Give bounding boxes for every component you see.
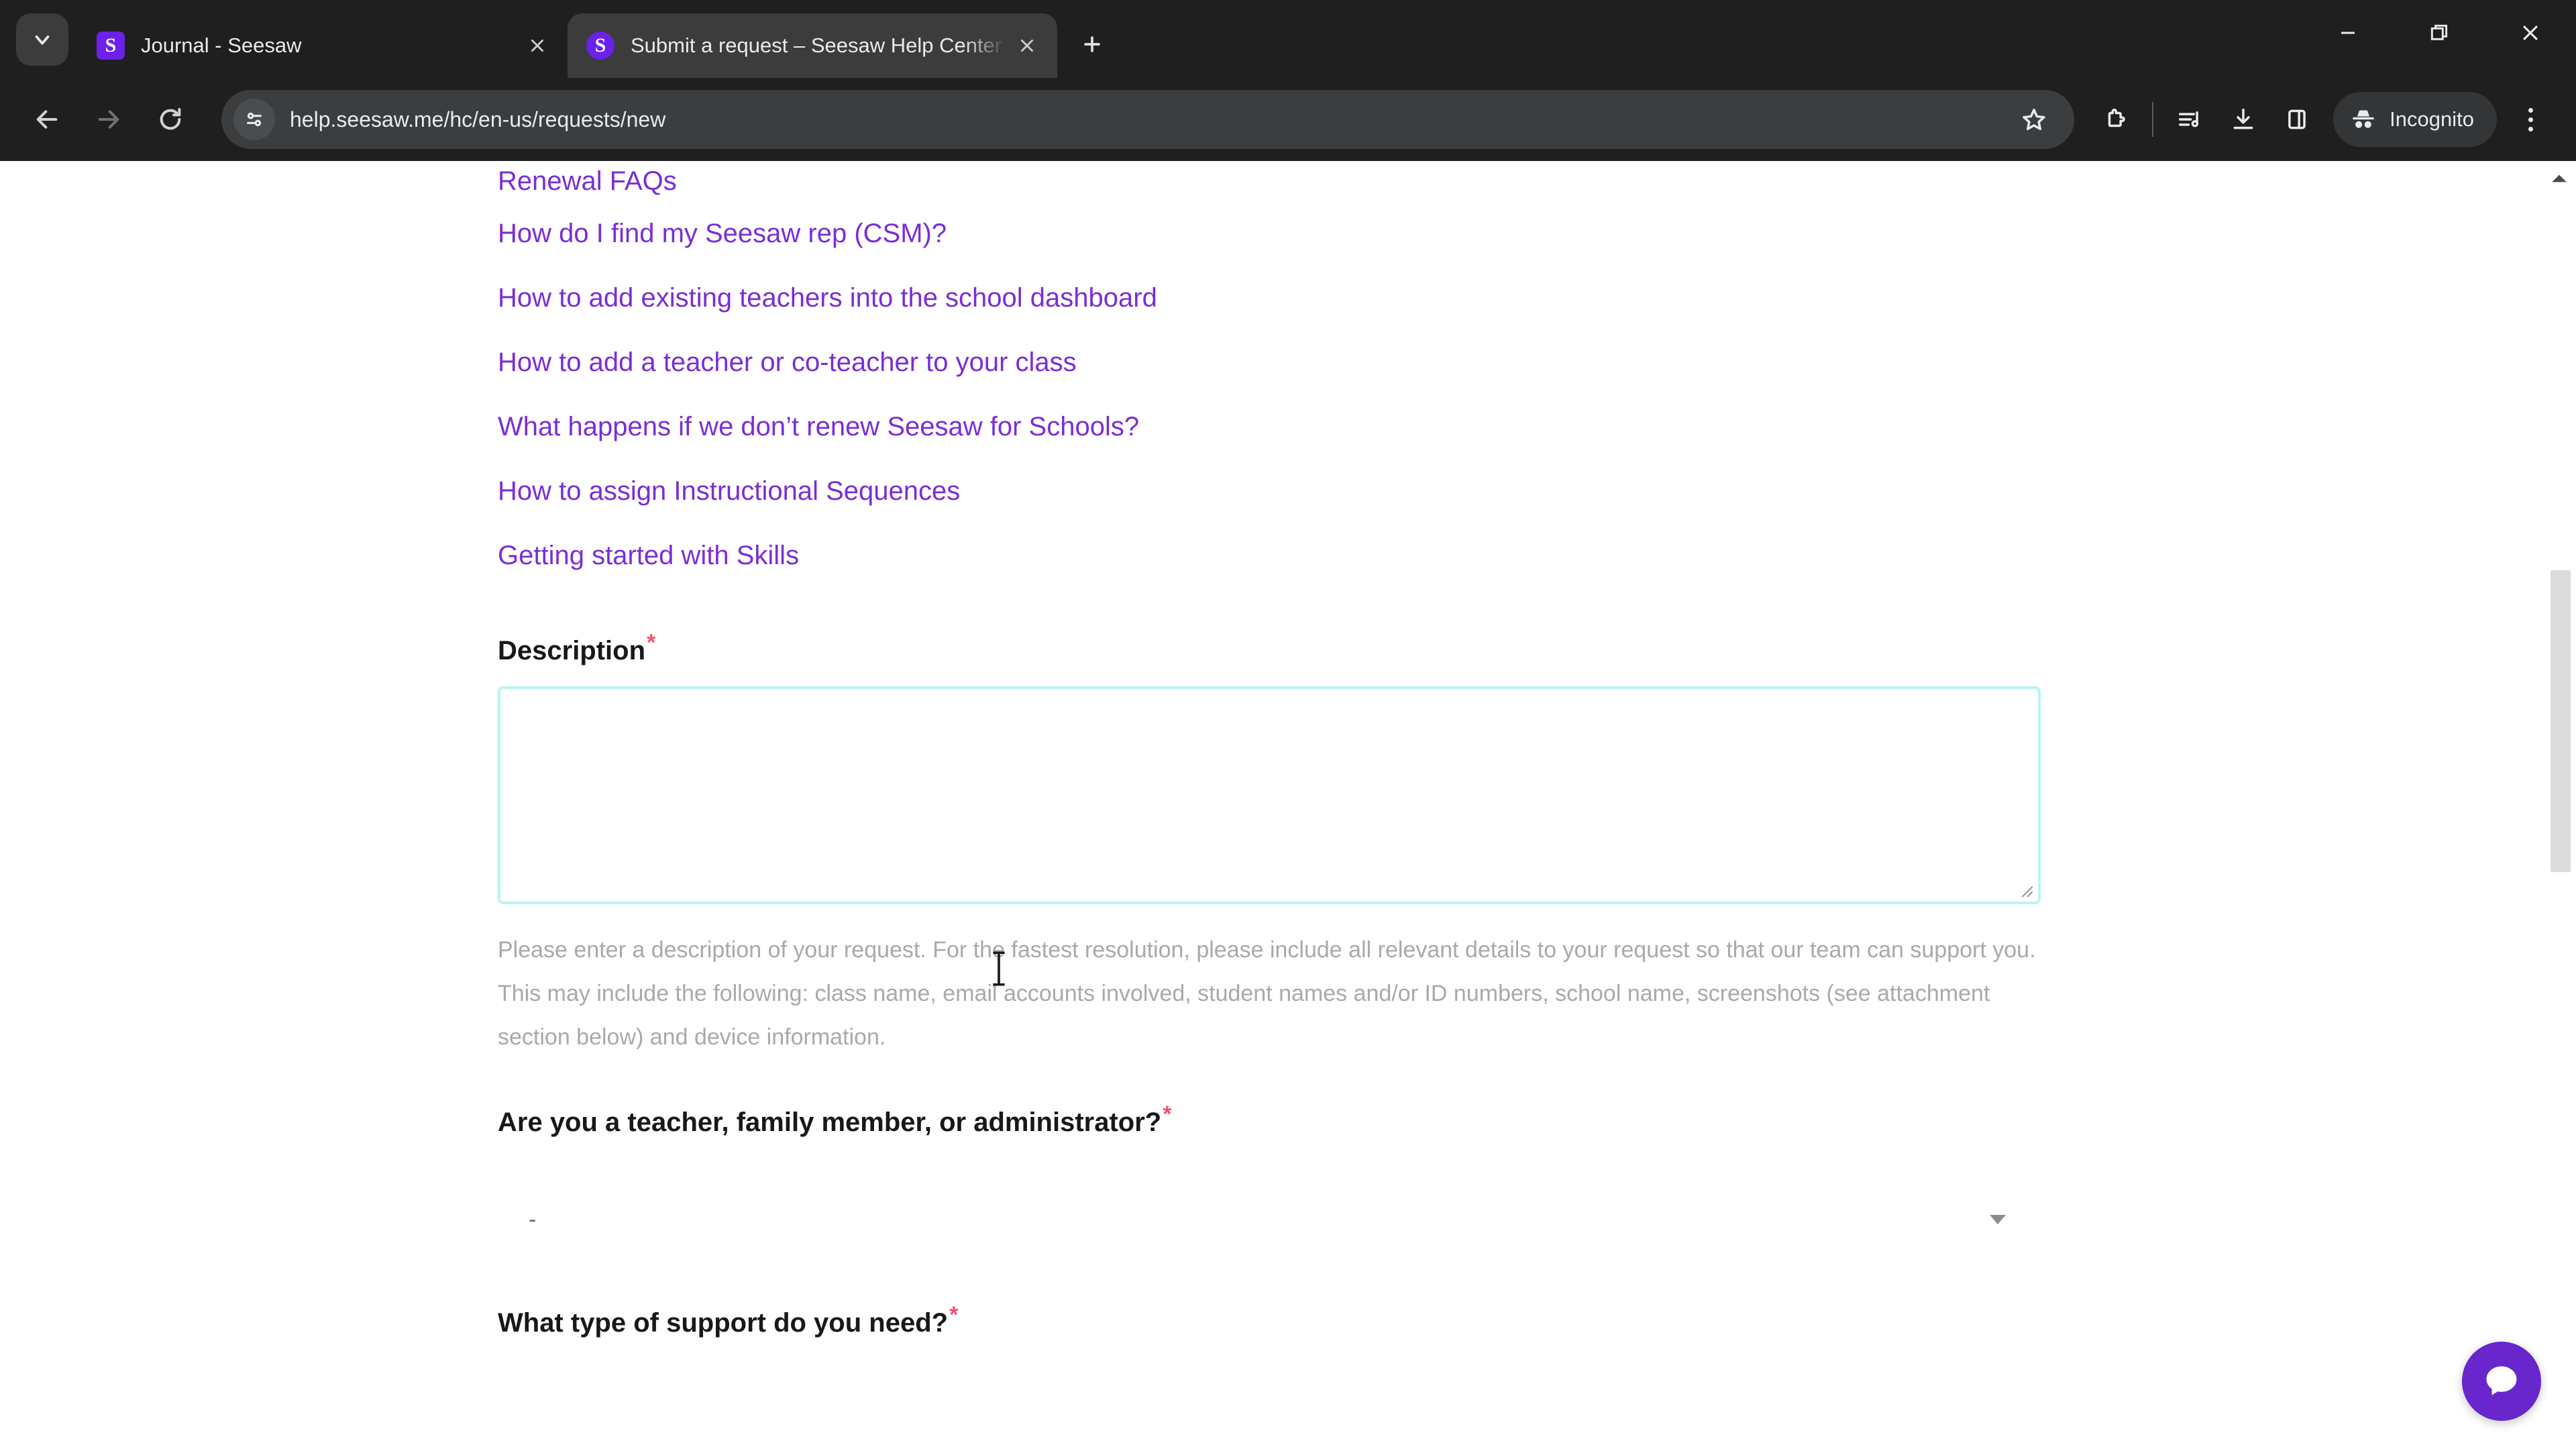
description-label-text: Description: [498, 636, 646, 665]
tab-strip: S Journal - Seesaw S Submit a request – …: [0, 0, 2576, 78]
reload-icon: [160, 108, 181, 130]
seesaw-favicon-icon: S: [97, 32, 125, 60]
side-panel-icon: [2288, 109, 2306, 129]
tab-close-button[interactable]: [518, 26, 557, 65]
chat-bubble-icon: [2486, 1366, 2517, 1395]
close-icon: [531, 40, 543, 52]
tab-submit-a-request[interactable]: S Submit a request – Seesaw Help Center: [568, 13, 1057, 78]
bookmark-button[interactable]: [2007, 93, 2061, 146]
required-asterisk: *: [1163, 1101, 1172, 1127]
back-button[interactable]: [19, 91, 75, 148]
restore-icon: [2430, 24, 2448, 40]
tab-journal-seesaw[interactable]: S Journal - Seesaw: [78, 13, 568, 78]
new-tab-button[interactable]: [1068, 20, 1116, 68]
incognito-label: Incognito: [2390, 107, 2474, 131]
required-asterisk: *: [647, 629, 656, 655]
role-label: Are you a teacher, family member, or adm…: [498, 1103, 2542, 1138]
page-scrollbar[interactable]: [2542, 161, 2576, 1449]
dot: [2528, 117, 2533, 122]
description-helper-text: Please enter a description of your reque…: [498, 937, 2036, 1050]
star-icon: [2023, 109, 2045, 130]
plus-icon: [1084, 36, 1100, 52]
minimize-icon: [2341, 32, 2355, 34]
help-center-page: Renewal FAQs How do I find my Seesaw rep…: [0, 161, 2542, 1449]
role-select[interactable]: -: [498, 1185, 2041, 1254]
tab-title: Submit a request – Seesaw Help Center: [631, 34, 1002, 57]
role-select-value: -: [529, 1207, 537, 1232]
scroll-up-button[interactable]: [2542, 161, 2576, 196]
site-settings-icon[interactable]: [233, 99, 275, 140]
extensions-button[interactable]: [2089, 93, 2143, 146]
close-window-button[interactable]: [2485, 0, 2576, 66]
forward-button[interactable]: [80, 91, 137, 148]
close-icon: [1021, 40, 1033, 52]
tune-icon: [247, 112, 262, 127]
chrome-menu-button[interactable]: [2504, 93, 2557, 146]
resize-grip-icon: [2017, 881, 2034, 898]
chat-widget-button[interactable]: [2462, 1342, 2541, 1421]
downloads-button[interactable]: [2216, 93, 2270, 146]
puzzle-icon: [2108, 108, 2125, 127]
minimize-button[interactable]: [2302, 0, 2394, 66]
close-icon: [2522, 25, 2538, 41]
support-type-label: What type of support do you need?*: [498, 1303, 2542, 1338]
url-text: help.seesaw.me/hc/en-us/requests/new: [290, 107, 666, 131]
description-field-group: Description* Please enter a description …: [498, 631, 2542, 1059]
side-panel-button[interactable]: [2270, 93, 2324, 146]
playlist-music-icon: [2179, 111, 2199, 127]
incognito-indicator[interactable]: Incognito: [2333, 92, 2497, 147]
media-list-button[interactable]: [2163, 93, 2216, 146]
role-label-text: Are you a teacher, family member, or adm…: [498, 1108, 1162, 1137]
article-link[interactable]: How to add existing teachers into the sc…: [498, 266, 2542, 330]
incognito-icon: [2353, 110, 2374, 128]
page-viewport: Renewal FAQs How do I find my Seesaw rep…: [0, 161, 2576, 1449]
tab-close-button[interactable]: [1008, 26, 1046, 65]
reload-button[interactable]: [142, 91, 199, 148]
dot: [2528, 126, 2533, 131]
role-field-group: Are you a teacher, family member, or adm…: [498, 1103, 2542, 1254]
chevron-down-icon: [35, 35, 50, 45]
tab-search-button[interactable]: [16, 13, 68, 66]
browser-toolbar: help.seesaw.me/hc/en-us/requests/new Inc…: [0, 78, 2576, 161]
article-link[interactable]: What happens if we don’t renew Seesaw fo…: [498, 394, 2542, 459]
window-controls: [2302, 0, 2576, 78]
dot: [2528, 107, 2533, 113]
download-icon: [2233, 109, 2253, 129]
suggested-articles-list: Renewal FAQs How do I find my Seesaw rep…: [498, 161, 2542, 588]
description-label: Description*: [498, 631, 2542, 666]
article-link[interactable]: Getting started with Skills: [498, 523, 2542, 588]
support-type-label-text: What type of support do you need?: [498, 1308, 949, 1338]
caret-up-icon: [2552, 174, 2567, 182]
seesaw-favicon-icon: S: [586, 32, 614, 60]
tab-title: Journal - Seesaw: [141, 34, 302, 57]
browser-window: S Journal - Seesaw S Submit a request – …: [0, 0, 2576, 1449]
article-link[interactable]: How to assign Instructional Sequences: [498, 459, 2542, 523]
article-link[interactable]: How to add a teacher or co-teacher to yo…: [498, 330, 2542, 394]
article-link[interactable]: How do I find my Seesaw rep (CSM)?: [498, 201, 2542, 266]
omnibox-actions: [2007, 93, 2061, 146]
arrow-right-icon: [98, 110, 119, 129]
page-content: Renewal FAQs How do I find my Seesaw rep…: [0, 161, 2542, 1338]
address-bar[interactable]: help.seesaw.me/hc/en-us/requests/new: [221, 90, 2075, 149]
article-link[interactable]: Renewal FAQs: [498, 161, 2542, 201]
description-textarea[interactable]: [498, 686, 2041, 904]
toolbar-divider: [2152, 102, 2154, 137]
required-asterisk: *: [949, 1301, 959, 1328]
restore-button[interactable]: [2394, 0, 2485, 66]
arrow-left-icon: [36, 110, 58, 129]
chevron-down-icon: [1990, 1215, 2006, 1224]
scrollbar-thumb[interactable]: [2551, 570, 2571, 872]
